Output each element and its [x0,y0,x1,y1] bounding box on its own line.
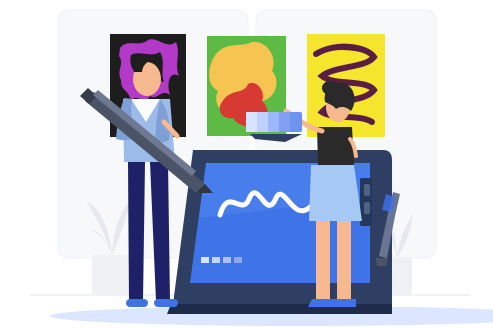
color-swatch-fan [246,112,302,142]
illustration-svg [30,9,493,326]
tablet-side-controls [360,178,372,226]
drawing-tablet [167,150,392,314]
illustration-scene [0,0,493,328]
